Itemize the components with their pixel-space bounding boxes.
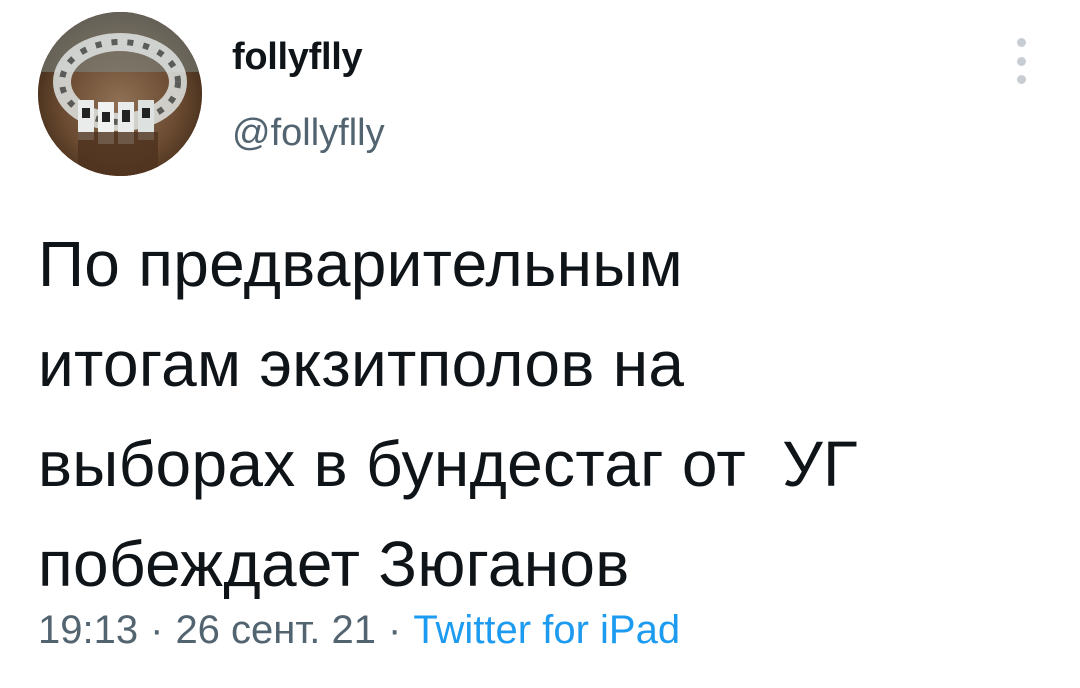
meta-separator: ·: [387, 608, 402, 652]
tweet-text: По предварительным итогам экзитполов на …: [38, 228, 859, 600]
avatar[interactable]: [38, 12, 202, 176]
more-dot: [1016, 56, 1026, 66]
avatar-image: [38, 12, 202, 176]
display-name[interactable]: follyflly: [232, 36, 363, 79]
more-dot: [1016, 75, 1026, 84]
tweet-card: follyflly @follyflly По предварительным …: [0, 0, 1080, 688]
tweet-meta: 19:13 · 26 сент. 21 · Twitter for iPad: [38, 608, 680, 653]
tweet-date[interactable]: 26 сент. 21: [175, 608, 376, 652]
tweet-time[interactable]: 19:13: [38, 608, 138, 652]
more-vertical-icon[interactable]: [1004, 38, 1038, 84]
user-handle[interactable]: @follyflly: [232, 112, 385, 155]
meta-separator: ·: [150, 608, 164, 652]
more-dot: [1016, 38, 1026, 47]
tweet-source-link[interactable]: Twitter for iPad: [413, 608, 680, 652]
